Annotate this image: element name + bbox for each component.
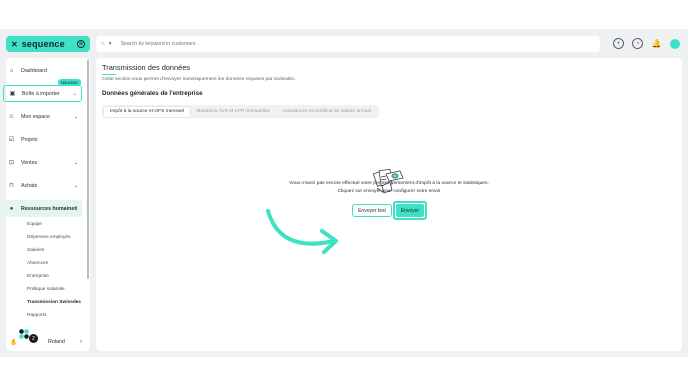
page-title: Transmission des données [102,63,191,72]
top-actions: + ◔ 🔔 [613,38,680,49]
home-icon: ⌂ [9,67,14,74]
chevron-down-icon[interactable]: ▼ [108,41,113,47]
inbox-icon: ▣ [9,91,16,97]
chevron-right-icon: › [80,339,82,345]
sidebar-item-label: Mon espace [21,113,50,120]
brand-logo[interactable]: ✕ sequence ⊕ [6,36,90,52]
sidebar-item-label: Dashboard [21,67,47,74]
sidebar-subitem-salaries[interactable]: Salaires [27,248,44,253]
sidebar-item-import-box[interactable]: ▣ Boîte à importer ⌄ [3,85,82,102]
user-name: Roland [48,339,65,345]
tab-withholding-tax[interactable]: Impôt à la source et OFS mensuel [104,106,191,117]
arrow-annotation-icon [266,209,338,254]
chevron-down-icon: ⌄ [73,113,78,120]
chevron-down-icon: ⌄ [73,182,78,189]
search-bar[interactable]: ○ ▼ [96,36,600,52]
menu-toggle-icon[interactable]: ⊕ [77,40,85,48]
bell-icon[interactable]: 🔔 [651,38,662,49]
people-icon: ● [9,205,14,212]
sidebar-item-label: Ventes [21,159,38,166]
tab-bar: Impôt à la source et OFS mensuel Mutatio… [102,105,380,118]
sidebar-item-label: Projets [21,136,38,143]
send-button[interactable]: Envoyer [396,204,424,217]
new-badge: Nouveau [58,79,81,86]
sidebar-subitem-swissdec[interactable]: Transmission Swissdec [27,300,81,305]
tab-insurance-certificate[interactable]: Assurances et certificat de salaire annu… [276,107,377,117]
page-description: Cette section vous permet d'envoyer numé… [102,77,296,82]
lock-icon: ⊡ [8,160,15,166]
sidebar-item-projects[interactable]: ☑ Projets [3,131,82,148]
sidebar-subitem-team[interactable]: Equipe [27,222,42,227]
sidebar-item-label: Achats [21,182,38,189]
app-frame: ✕ sequence ⊕ ○ ▼ + ◔ 🔔 ⌂ Dashboard ▣ Boî… [0,29,688,357]
chevron-down-icon: ⌄ [73,159,78,166]
user-icon: ☺ [8,113,15,120]
sidebar-item-sales[interactable]: ⊡ Ventes ⌄ [3,154,82,171]
send-button-highlight: Envoyer [393,201,427,220]
sidebar-subitem-salary-policy[interactable]: Politique salariale [27,287,65,292]
sidebar-item-label: Boîte à importer [22,90,60,97]
logo-mark-icon: ✕ [11,39,18,49]
empty-state-message: Vous n'avez pas encore effectué votre pr… [289,181,489,186]
send-test-button[interactable]: Envoyer test [352,204,392,217]
sidebar-item-hr[interactable]: ● Ressources humaines ⌃ [3,200,82,217]
sidebar-subitem-company[interactable]: Entreprise [27,274,49,279]
chevron-up-icon: ⌃ [73,205,78,212]
chevron-down-icon: ⌄ [72,90,77,97]
brand-name: sequence [21,39,65,49]
sidebar-item-label: Ressources humaines [21,205,78,212]
sidebar-item-dashboard[interactable]: ⌂ Dashboard [3,62,82,79]
tab-avs-lpp[interactable]: Mutations AVS et LPP mensuelles [190,107,276,117]
search-input[interactable] [120,41,561,47]
sidebar-subitem-reports[interactable]: Rapports [27,313,46,318]
title-underline [102,74,116,76]
bag-icon: ⊓ [9,183,14,189]
section-title: Données générales de l'entreprise [102,90,203,97]
notification-count-badge: 2 [29,334,38,343]
clock-icon[interactable]: ◔ [632,38,643,49]
sidebar-scrollbar[interactable] [87,60,89,279]
sidebar-item-my-space[interactable]: ☺ Mon espace ⌄ [3,108,82,125]
search-icon: ○ [101,41,105,47]
empty-state-hint: Cliquez sur envoyer pour configurer votr… [337,189,441,194]
sidebar-subitem-expenses[interactable]: Dépenses employés [27,235,70,240]
add-icon[interactable]: + [613,38,624,49]
sidebar-subitem-absences[interactable]: Absences [27,261,48,266]
checkbox-icon: ☑ [8,137,15,143]
avatar[interactable] [670,38,680,49]
sidebar-item-purchases[interactable]: ⊓ Achats ⌄ [3,177,82,194]
